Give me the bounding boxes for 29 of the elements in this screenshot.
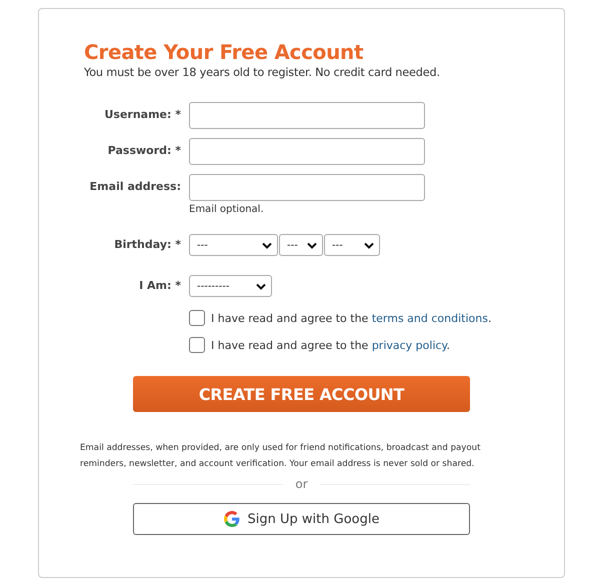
field-label: Username: * <box>103 107 181 123</box>
checkbox[interactable] <box>189 337 205 353</box>
agreement-link[interactable]: privacy policy <box>372 338 446 352</box>
form-title: Create Your Free Account <box>84 39 364 65</box>
dropdown[interactable]: --- <box>189 234 278 256</box>
dropdown[interactable]: --- <box>324 234 380 256</box>
chevron-icon <box>307 242 317 248</box>
agreement-link[interactable]: terms and conditions <box>372 312 488 324</box>
privacy-note: Email addresses, when provided, are only used for friend notifications, broadcast and payout reminders, newsletter, and account verification. Your email address is never sold or shared. <box>80 442 482 471</box>
input-field[interactable] <box>189 138 425 165</box>
input-field[interactable] <box>189 102 425 129</box>
agreement-text: I have read and agree to the privacy policy. <box>211 338 450 352</box>
field-hint: Email optional. <box>189 204 265 215</box>
google-signup-button[interactable]: Sign Up with Google <box>133 503 470 535</box>
create-account-button[interactable]: CREATE FREE ACCOUNT <box>133 376 470 412</box>
input-field[interactable] <box>189 174 425 201</box>
form-subtitle: You must be over 18 years old to register. No credit card needed. <box>84 66 441 79</box>
chevron-icon <box>256 282 266 290</box>
chevron-icon <box>364 242 374 248</box>
dropdown[interactable]: --------- <box>189 275 272 297</box>
field-label: I Am: * <box>138 278 181 294</box>
checkbox[interactable] <box>189 310 205 326</box>
agreement-text: I have read and agree to the terms and conditions. <box>211 312 492 324</box>
chevron-icon <box>262 242 272 248</box>
dropdown[interactable]: --- <box>279 234 323 256</box>
google-g-icon <box>224 511 240 527</box>
field-label: Password: * <box>106 143 181 159</box>
field-label: Birthday: * <box>113 237 181 253</box>
field-label: Email address: <box>88 179 181 195</box>
